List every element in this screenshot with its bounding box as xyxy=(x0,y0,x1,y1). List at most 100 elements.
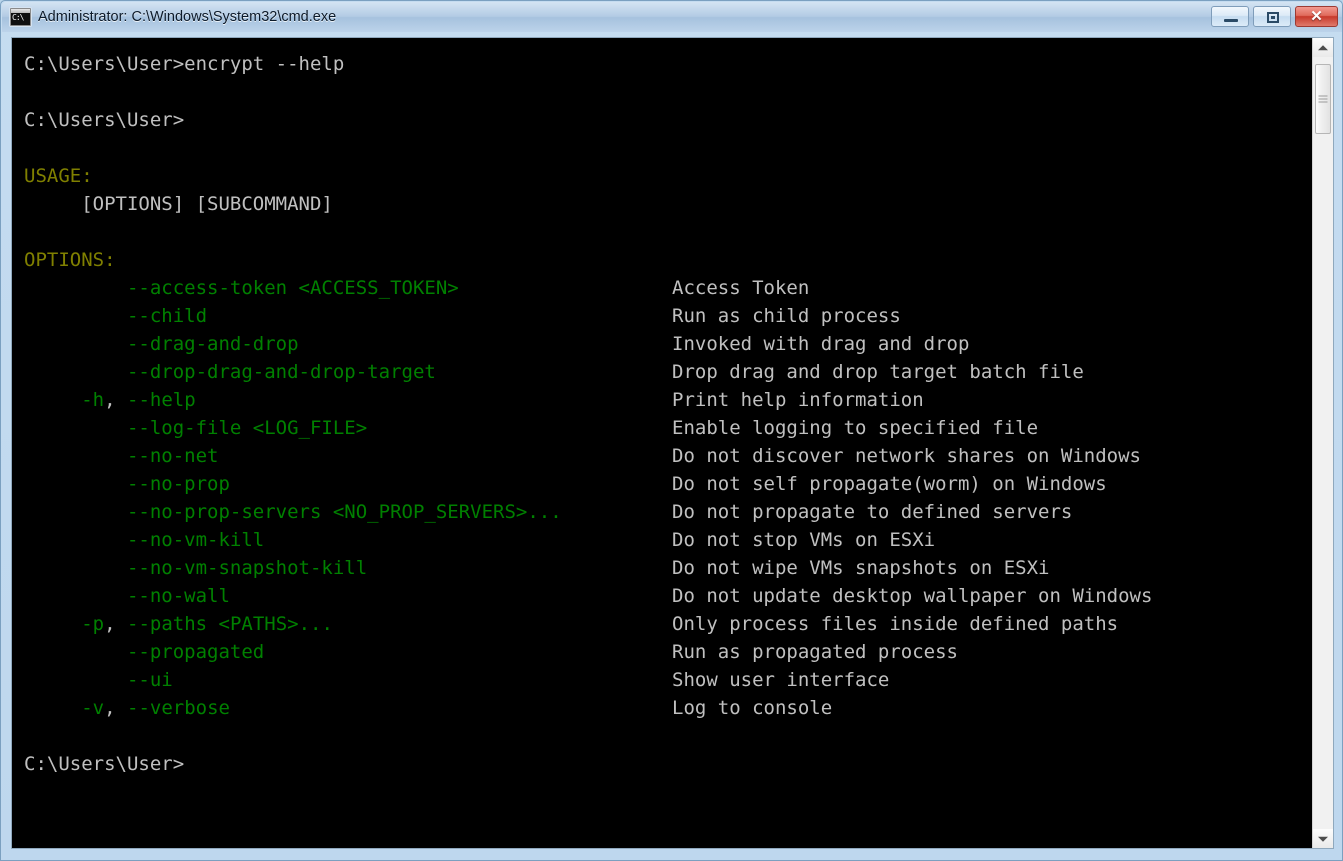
option-comma: , xyxy=(104,697,116,719)
option-description: Run as child process xyxy=(672,305,901,327)
option-gap xyxy=(116,557,127,579)
option-gap xyxy=(116,501,127,523)
console-text-descriptions: Access Token Run as child process Invoked … xyxy=(672,274,1152,722)
option-description: Only process files inside defined paths xyxy=(672,613,1119,635)
console-line xyxy=(24,134,562,162)
option-comma: , xyxy=(104,613,116,635)
option-indent xyxy=(24,585,116,607)
close-button[interactable]: ✕ xyxy=(1295,6,1338,27)
option-description: Show user interface xyxy=(672,669,890,691)
option-flag: --drag-and-drop xyxy=(126,333,299,355)
option-row: -v, --verbose xyxy=(24,694,562,722)
option-row: --no-prop-servers <NO_PROP_SERVERS>... xyxy=(24,498,562,526)
minimize-button[interactable] xyxy=(1211,6,1249,27)
window-title: Administrator: C:\Windows\System32\cmd.e… xyxy=(38,9,337,25)
option-gap xyxy=(116,529,127,551)
option-indent xyxy=(24,305,116,327)
option-description: Print help information xyxy=(672,389,924,411)
option-flag: --no-vm-kill xyxy=(126,529,265,551)
option-indent xyxy=(24,417,116,439)
option-description: Access Token xyxy=(672,277,810,299)
scroll-up-arrow-icon xyxy=(1318,44,1328,50)
option-indent xyxy=(24,445,116,467)
title-bar-left: C:\ Administrator: C:\Windows\System32\c… xyxy=(10,6,336,28)
option-row: --propagated xyxy=(24,638,562,666)
console-heading: USAGE: xyxy=(24,162,562,190)
scroll-up-button[interactable] xyxy=(1313,38,1333,57)
console-line-text xyxy=(24,81,35,103)
scrollbar-thumb[interactable] xyxy=(1315,64,1331,134)
option-indent xyxy=(24,529,116,551)
option-description: Do not propagate to defined servers xyxy=(672,501,1073,523)
option-description: Drop drag and drop target batch file xyxy=(672,361,1084,383)
console-client-area: C:\Users\User>encrypt --help C:\Users\Us… xyxy=(11,37,1334,849)
option-indent xyxy=(24,697,81,719)
console-line-text xyxy=(24,137,35,159)
console-prompt: C:\Users\User> xyxy=(24,750,562,778)
option-description: Do not self propagate(worm) on Windows xyxy=(672,473,1107,495)
console-line-text xyxy=(24,221,35,243)
option-row: --drop-drag-and-drop-target xyxy=(24,358,562,386)
option-row: --no-prop xyxy=(24,470,562,498)
option-row: --drag-and-drop xyxy=(24,330,562,358)
scroll-down-button[interactable] xyxy=(1313,829,1333,848)
option-gap xyxy=(116,305,127,327)
option-gap xyxy=(116,613,127,635)
console-line xyxy=(24,78,562,106)
cmd-window: C:\ Administrator: C:\Windows\System32\c… xyxy=(0,0,1343,861)
vertical-scrollbar[interactable] xyxy=(1312,38,1333,848)
option-flag: --verbose xyxy=(127,697,230,719)
option-row: --no-wall xyxy=(24,582,562,610)
option-description: Enable logging to specified file xyxy=(672,417,1039,439)
option-gap xyxy=(116,641,127,663)
option-flag: --no-vm-snapshot-kill xyxy=(126,557,368,579)
option-flag: --log-file <LOG_FILE> xyxy=(126,417,368,439)
option-flag: --drop-drag-and-drop-target xyxy=(126,361,436,383)
option-indent xyxy=(24,669,116,691)
option-indent xyxy=(24,641,116,663)
option-row: --log-file <LOG_FILE> xyxy=(24,414,562,442)
option-gap xyxy=(116,445,127,467)
option-row: -h, --help xyxy=(24,386,562,414)
option-description: Run as propagated process xyxy=(672,641,958,663)
option-indent xyxy=(24,473,116,495)
option-indent xyxy=(24,557,116,579)
option-indent xyxy=(24,361,116,383)
maximize-button[interactable] xyxy=(1253,6,1291,27)
console-line xyxy=(24,218,562,246)
console-line: C:\Users\User>encrypt --help xyxy=(24,50,562,78)
option-flag: --child xyxy=(126,305,208,327)
option-flag: --no-prop xyxy=(126,473,230,495)
minimize-icon xyxy=(1224,19,1238,22)
console-line-text: C:\Users\User>encrypt --help xyxy=(24,53,345,75)
option-gap xyxy=(116,585,127,607)
option-gap xyxy=(116,277,127,299)
scrollbar-grip-icon xyxy=(1318,94,1328,105)
option-indent xyxy=(24,501,116,523)
option-description: Do not discover network shares on Window… xyxy=(672,445,1141,467)
option-comma: , xyxy=(104,389,116,411)
console-line-text: C:\Users\User> xyxy=(24,753,185,775)
option-gap xyxy=(116,361,127,383)
console-line: [OPTIONS] [SUBCOMMAND] xyxy=(24,190,562,218)
console-line-text xyxy=(24,725,35,747)
option-flag: --propagated xyxy=(126,641,265,663)
option-indent xyxy=(24,389,81,411)
window-controls: ✕ xyxy=(1211,6,1338,27)
option-description: Do not wipe VMs snapshots on ESXi xyxy=(672,557,1050,579)
title-bar[interactable]: C:\ Administrator: C:\Windows\System32\c… xyxy=(2,2,1342,32)
option-gap xyxy=(116,417,127,439)
option-description: Log to console xyxy=(672,697,833,719)
scroll-down-arrow-icon xyxy=(1318,836,1328,842)
option-row: -p, --paths <PATHS>... xyxy=(24,610,562,638)
option-gap xyxy=(116,389,127,411)
option-flag: --access-token <ACCESS_TOKEN> xyxy=(126,277,459,299)
cmd-exe-icon: C:\ xyxy=(10,8,31,26)
option-row: --no-net xyxy=(24,442,562,470)
option-short-flag: -v xyxy=(81,697,105,719)
console-text-left: C:\Users\User>encrypt --help C:\Users\Us… xyxy=(12,38,562,778)
option-row: --no-vm-snapshot-kill xyxy=(24,554,562,582)
console-output[interactable]: C:\Users\User>encrypt --help C:\Users\Us… xyxy=(12,38,1312,848)
option-description: Do not update desktop wallpaper on Windo… xyxy=(672,585,1153,607)
option-flag: --no-wall xyxy=(126,585,230,607)
